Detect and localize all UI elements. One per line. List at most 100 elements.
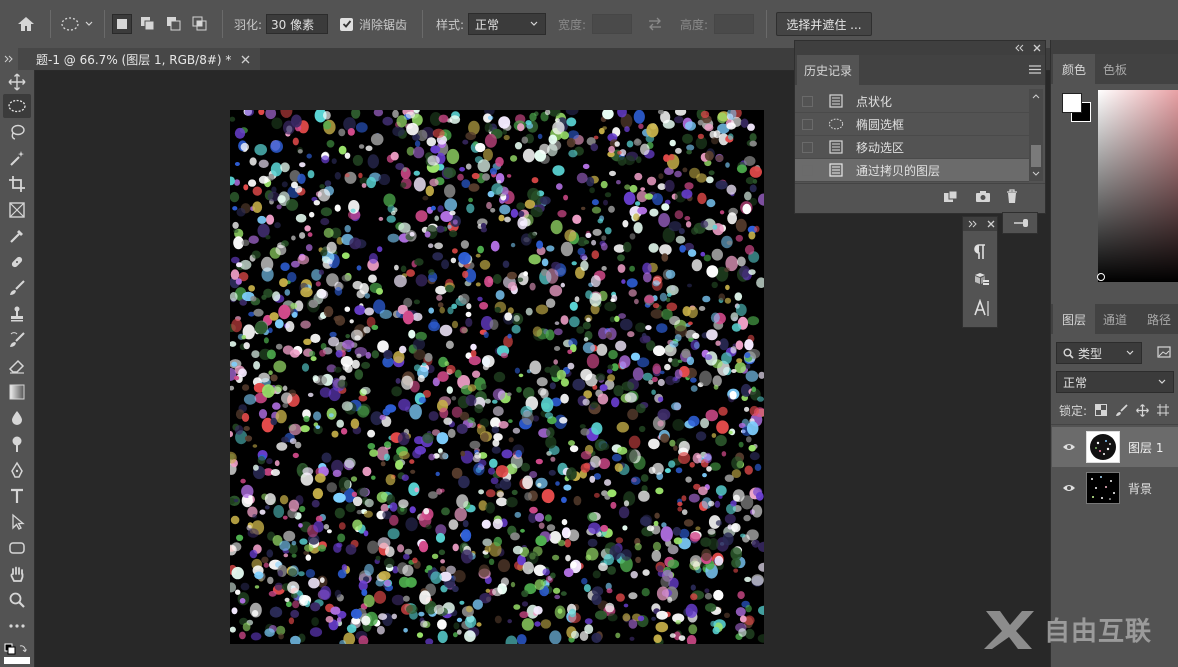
history-snapshot-checkbox[interactable] [802, 164, 813, 176]
layer-filter-select[interactable]: 类型 [1056, 342, 1142, 364]
rectangle-tool[interactable] [3, 536, 31, 560]
adjustment-slider-panel[interactable] [1002, 212, 1038, 234]
crop-tool[interactable] [3, 172, 31, 196]
foreground-color-swatch[interactable] [1062, 93, 1082, 113]
close-icon[interactable] [1033, 44, 1041, 52]
blend-mode-select[interactable]: 正常 [1056, 371, 1174, 393]
paragraph-panel-button[interactable] [972, 243, 988, 261]
gradient-tool[interactable] [3, 380, 31, 404]
tab-layers[interactable]: 图层 [1053, 304, 1095, 334]
layer-row[interactable]: 图层 1 [1052, 427, 1178, 467]
history-panel-header[interactable] [795, 41, 1045, 55]
scrollbar-thumb[interactable] [1031, 145, 1041, 167]
quick-selection-tool[interactable] [3, 120, 31, 144]
layer-thumbnail[interactable] [1086, 472, 1120, 504]
tab-history-label: 历史记录 [803, 63, 852, 78]
path-selection-tool[interactable] [3, 510, 31, 534]
dodge-tool[interactable] [3, 432, 31, 456]
tab-color-label: 颜色 [1061, 62, 1086, 77]
collapse-toolbar-button[interactable] [0, 48, 18, 70]
pen-tool[interactable] [3, 458, 31, 482]
antialias-checkbox[interactable] [340, 17, 353, 31]
history-item[interactable]: 移动选区 [795, 136, 1029, 159]
magnifier-icon [9, 592, 25, 608]
chevron-up-icon[interactable] [1032, 93, 1040, 99]
swap-arrows-icon [649, 17, 661, 31]
frame-tool[interactable] [3, 198, 31, 222]
type-tool[interactable] [3, 484, 31, 508]
history-item-selected[interactable]: 通过拷贝的图层 [795, 159, 1029, 182]
width-input[interactable] [592, 14, 633, 34]
glyphs-panel-button[interactable] [972, 271, 990, 289]
document-canvas[interactable] [230, 110, 764, 644]
history-item[interactable]: 椭圆选框 [795, 113, 1029, 136]
lock-transparency-icon[interactable] [1095, 404, 1108, 416]
collapse-panel-icon[interactable] [1015, 44, 1025, 52]
home-button[interactable] [16, 12, 36, 36]
expand-panel-icon[interactable] [968, 220, 978, 228]
layer-name[interactable]: 背景 [1128, 480, 1152, 497]
close-icon[interactable] [987, 220, 995, 228]
lock-pixels-icon[interactable] [1115, 403, 1128, 417]
add-selection-button[interactable] [138, 14, 158, 34]
image-filter-icon[interactable] [1157, 346, 1171, 358]
hand-tool[interactable] [3, 562, 31, 586]
history-snapshot-checkbox[interactable] [802, 118, 813, 130]
history-snapshot-checkbox[interactable] [802, 95, 813, 107]
brush-tool[interactable] [3, 276, 31, 300]
history-snapshot-checkbox[interactable] [802, 141, 813, 153]
color-picker-field[interactable] [1098, 90, 1178, 282]
close-icon[interactable] [241, 55, 250, 64]
layer-name[interactable]: 图层 1 [1128, 439, 1163, 456]
intersect-selection-button[interactable] [190, 14, 210, 34]
history-item[interactable]: 点状化 [795, 90, 1029, 113]
lock-artboard-icon[interactable] [1157, 404, 1170, 416]
style-select[interactable]: 正常 [468, 13, 547, 35]
camera-icon[interactable] [975, 190, 991, 203]
new-document-from-state-icon[interactable] [943, 190, 959, 204]
chevron-down-icon[interactable] [1032, 171, 1040, 177]
gradient-icon [9, 384, 25, 400]
layer-thumbnail[interactable] [1086, 431, 1120, 463]
trash-icon[interactable] [1005, 189, 1019, 204]
layer-thumbnail-image [1090, 434, 1116, 460]
eye-icon[interactable] [1062, 483, 1076, 493]
swap-dimensions-button[interactable] [646, 12, 664, 36]
blur-tool[interactable] [3, 406, 31, 430]
more-dots-icon [9, 624, 25, 628]
color-picker-cursor[interactable] [1097, 273, 1105, 281]
magic-wand-tool[interactable] [3, 146, 31, 170]
tool-preset-picker[interactable] [60, 12, 94, 36]
eraser-tool[interactable] [3, 354, 31, 378]
panel-menu-icon[interactable] [1029, 65, 1041, 74]
subtract-selection-button[interactable] [164, 14, 184, 34]
lock-position-icon[interactable] [1136, 403, 1149, 417]
zoom-tool[interactable] [3, 588, 31, 612]
select-and-mask-button[interactable]: 选择并遮住 ... [776, 12, 872, 36]
layer-filter-value: 类型 [1078, 346, 1103, 361]
document-tab[interactable]: 题-1 @ 66.7% (图层 1, RGB/8#) * [18, 48, 261, 70]
eyedropper-tool[interactable] [3, 224, 31, 248]
style-group: 样式: 正常 [436, 12, 547, 36]
tab-color[interactable]: 颜色 [1053, 54, 1095, 84]
new-selection-button[interactable] [112, 14, 132, 34]
tab-history[interactable]: 历史记录 [797, 55, 859, 85]
color-swatches-tool[interactable] [3, 642, 31, 664]
fg-bg-swatches[interactable] [1061, 92, 1095, 126]
clone-stamp-tool[interactable] [3, 302, 31, 326]
edit-toolbar-button[interactable] [3, 614, 31, 638]
eye-icon[interactable] [1062, 442, 1076, 452]
character-panel-button[interactable] [973, 299, 991, 317]
move-tool[interactable] [3, 70, 31, 94]
healing-brush-tool[interactable] [3, 250, 31, 274]
feather-input[interactable]: 30 像素 [266, 14, 329, 34]
tab-channels[interactable]: 通道 [1103, 304, 1127, 334]
glyphs-icon [975, 273, 989, 285]
history-scrollbar[interactable] [1029, 89, 1043, 181]
tab-swatches[interactable]: 色板 [1103, 54, 1127, 84]
history-brush-tool[interactable] [3, 328, 31, 352]
layer-row[interactable]: 背景 [1052, 468, 1178, 508]
height-input[interactable] [714, 14, 755, 34]
elliptical-marquee-tool[interactable] [3, 94, 31, 118]
tab-paths[interactable]: 路径 [1147, 304, 1171, 334]
